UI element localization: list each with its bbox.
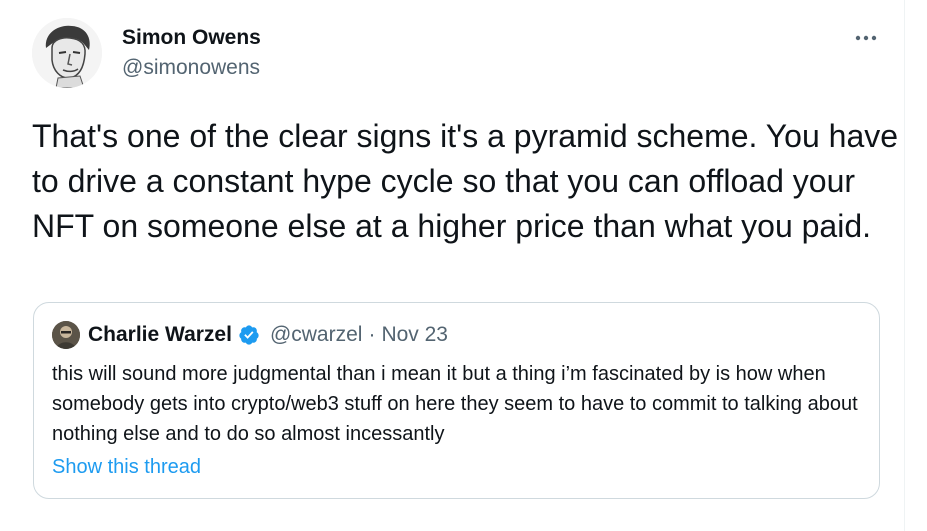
tweet-text: That's one of the clear signs it's a pyr… [32,118,899,244]
quoted-date[interactable]: Nov 23 [381,323,448,347]
quoted-separator: · [368,323,376,346]
tweet: Simon Owens @simonowens That's one of th… [0,0,905,531]
quoted-tweet-text: this will sound more judgmental than i m… [52,363,858,445]
quoted-author-avatar [52,321,80,349]
quoted-tweet[interactable]: Charlie Warzel @cwarzel · Nov 23 this wi… [33,302,880,499]
show-thread-link[interactable]: Show this thread [52,453,201,481]
quoted-author-handle: @cwarzel [269,323,363,346]
author-avatar[interactable] [32,18,102,88]
quoted-header: Charlie Warzel @cwarzel · Nov 23 [88,321,448,349]
more-horizontal-icon [855,35,877,41]
author-avatar-image [32,18,102,88]
author-name[interactable]: Simon Owens [122,25,261,51]
quoted-avatar-image [52,321,80,349]
author-handle[interactable]: @simonowens [122,55,260,81]
verified-badge-icon [239,325,259,345]
more-options-button[interactable] [850,22,882,54]
quoted-author-name: Charlie Warzel [88,323,232,346]
